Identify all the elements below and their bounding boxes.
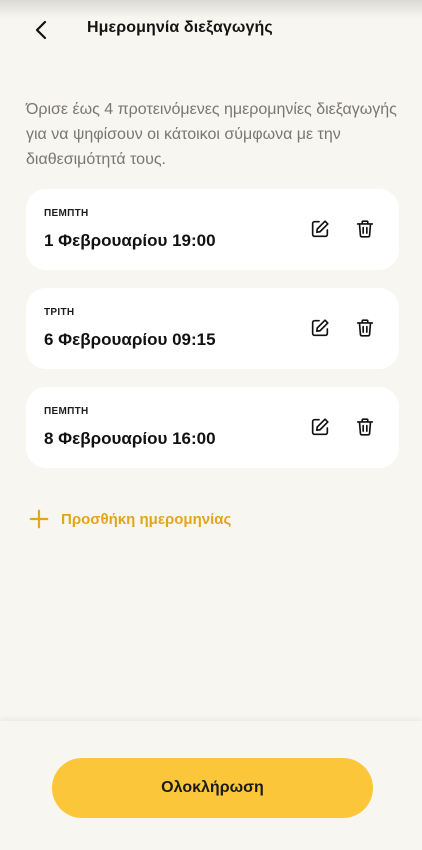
date-card-day: ΠΕΜΠΤΗ: [44, 406, 89, 417]
edit-icon: [311, 319, 329, 337]
plus-icon: [29, 509, 49, 529]
trash-icon: [356, 319, 374, 337]
date-list: ΠΕΜΠΤΗ 1 Φεβρουαρίου 19:00 ΤΡΙΤΗ 6 Φεβρο…: [26, 189, 399, 486]
delete-date-button[interactable]: [353, 217, 377, 241]
edit-icon: [311, 418, 329, 436]
intro-text: Όρισε έως 4 προτεινόμενες ημερομηνίες δι…: [26, 101, 397, 168]
date-card-datetime: 1 Φεβρουαρίου 19:00: [44, 231, 216, 250]
date-card-day: ΤΡΙΤΗ: [44, 307, 75, 318]
delete-date-button[interactable]: [353, 415, 377, 439]
edit-icon: [311, 220, 329, 238]
top-bar: Ημερομηνία διεξαγωγής: [0, 0, 422, 58]
page-title: Ημερομηνία διεξαγωγής: [87, 19, 273, 36]
chevron-left-icon: [35, 20, 47, 40]
date-card-day: ΠΕΜΠΤΗ: [44, 208, 89, 219]
trash-icon: [356, 418, 374, 436]
edit-date-button[interactable]: [308, 316, 332, 340]
date-card: ΠΕΜΠΤΗ 1 Φεβρουαρίου 19:00: [26, 189, 399, 270]
add-date-label: Προσθήκη ημερομηνίας: [61, 510, 232, 528]
edit-date-button[interactable]: [308, 217, 332, 241]
edit-date-button[interactable]: [308, 415, 332, 439]
delete-date-button[interactable]: [353, 316, 377, 340]
trash-icon: [356, 220, 374, 238]
complete-button[interactable]: Ολοκλήρωση: [52, 758, 373, 818]
date-card: ΠΕΜΠΤΗ 8 Φεβρουαρίου 16:00: [26, 387, 399, 468]
footer-bar: Ολοκλήρωση: [0, 721, 422, 850]
date-card-datetime: 6 Φεβρουαρίου 09:15: [44, 330, 216, 349]
add-date-button[interactable]: Προσθήκη ημερομηνίας: [28, 508, 231, 530]
date-card-datetime: 8 Φεβρουαρίου 16:00: [44, 429, 216, 448]
date-card: ΤΡΙΤΗ 6 Φεβρουαρίου 09:15: [26, 288, 399, 369]
back-button[interactable]: [30, 18, 54, 42]
